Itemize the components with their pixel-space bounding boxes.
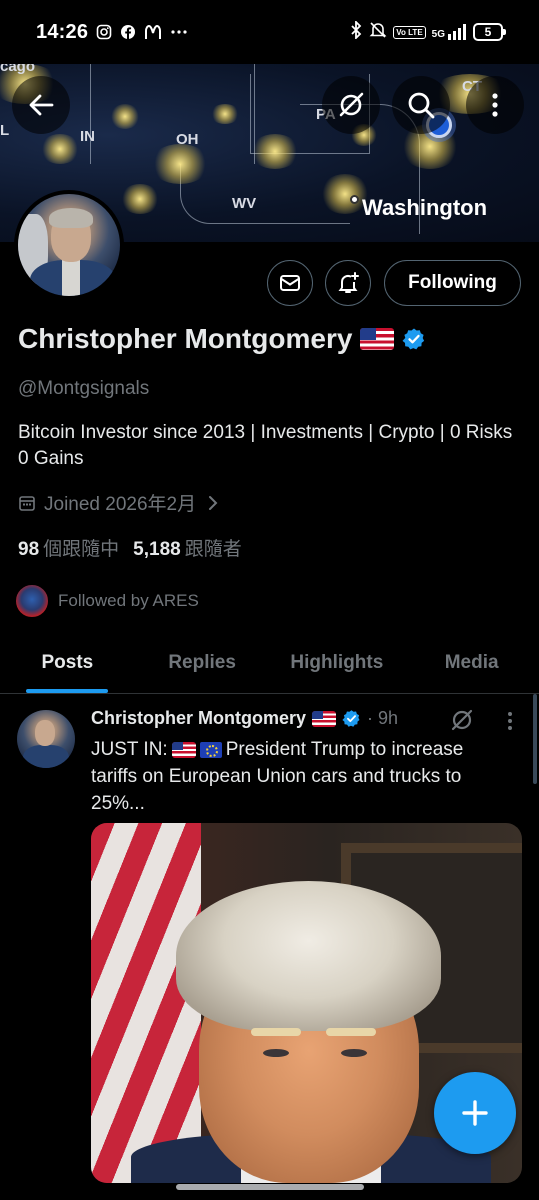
followed-by-label: Followed by ARES <box>58 591 199 610</box>
map-label: OH <box>176 131 199 148</box>
compose-button[interactable] <box>434 1072 516 1154</box>
status-bar: 14:26 Vo LTE 5G 5 <box>0 0 539 64</box>
battery-icon: 5 <box>473 23 506 41</box>
bluetooth-icon <box>349 19 363 44</box>
grok-button[interactable] <box>322 76 380 134</box>
home-indicator[interactable] <box>176 1184 364 1190</box>
search-icon <box>408 92 435 119</box>
us-flag-icon <box>171 741 196 758</box>
capital-marker <box>350 195 359 204</box>
facebook-icon <box>120 24 136 40</box>
tab-media[interactable]: Media <box>404 632 539 693</box>
verified-badge-icon <box>342 710 360 727</box>
clock: 14:26 <box>36 20 89 43</box>
map-label: IN <box>80 128 95 145</box>
eu-flag-icon <box>199 741 222 758</box>
signal-icon: 5G <box>432 24 467 40</box>
tab-posts[interactable]: Posts <box>0 632 135 693</box>
profile-name: Christopher Montgomery <box>18 323 353 354</box>
notifications-button[interactable] <box>325 260 371 306</box>
scrollbar[interactable] <box>533 694 537 784</box>
search-button[interactable] <box>392 76 450 134</box>
grok-icon[interactable] <box>449 707 475 733</box>
arrow-left-icon <box>29 94 54 116</box>
map-label: cago <box>0 64 36 75</box>
profile-bio: Bitcoin Investor since 2013 | Investment… <box>18 422 513 469</box>
tab-replies[interactable]: Replies <box>135 632 270 693</box>
vertical-dots-icon[interactable] <box>500 710 520 732</box>
more-icon <box>170 29 188 35</box>
mcdonalds-icon <box>144 24 162 40</box>
following-button[interactable]: Following <box>384 260 521 306</box>
bell-plus-icon <box>338 272 359 293</box>
followed-by[interactable]: Followed by ARES <box>14 583 199 619</box>
profile-tabs: Posts Replies Highlights Media <box>0 632 539 694</box>
envelope-icon <box>280 275 300 291</box>
us-flag-icon <box>312 710 337 727</box>
instagram-icon <box>96 24 112 40</box>
city-label: Washington <box>362 195 488 220</box>
more-options-button[interactable] <box>466 76 524 134</box>
tab-highlights[interactable]: Highlights <box>270 632 405 693</box>
follow-stats: 98 個跟隨中 5,188 跟隨者 <box>18 534 242 561</box>
tweet-avatar[interactable] <box>17 710 75 768</box>
chevron-right-icon <box>209 495 218 510</box>
volte-badge: Vo LTE <box>393 25 426 39</box>
profile-handle: @Montgsignals <box>18 378 150 399</box>
following-stat[interactable]: 98 個跟隨中 <box>18 534 119 561</box>
map-label: WV <box>232 195 257 212</box>
message-button[interactable] <box>267 260 313 306</box>
tweet-time: · 9h <box>367 708 399 728</box>
map-label: L <box>0 122 10 139</box>
joined-date[interactable]: Joined 2026年2月 <box>18 489 222 516</box>
us-flag-icon <box>360 328 395 350</box>
profile-name-row: Christopher Montgomery <box>18 323 426 355</box>
tweet-author[interactable]: Christopher Montgomery <box>91 708 306 729</box>
calendar-icon <box>19 495 35 511</box>
plus-icon <box>462 1100 488 1126</box>
back-button[interactable] <box>12 76 70 134</box>
vertical-dots-icon <box>492 93 498 117</box>
profile-avatar[interactable] <box>14 190 124 300</box>
grok-icon <box>339 92 364 117</box>
joined-label: Joined 2026年2月 <box>44 494 197 515</box>
tweet-text: JUST IN: President Trump to increase tar… <box>91 739 464 814</box>
mute-icon <box>369 21 387 44</box>
follower-avatar <box>14 583 50 619</box>
verified-badge-icon[interactable] <box>402 327 426 351</box>
followers-stat[interactable]: 5,188 跟隨者 <box>133 534 242 561</box>
